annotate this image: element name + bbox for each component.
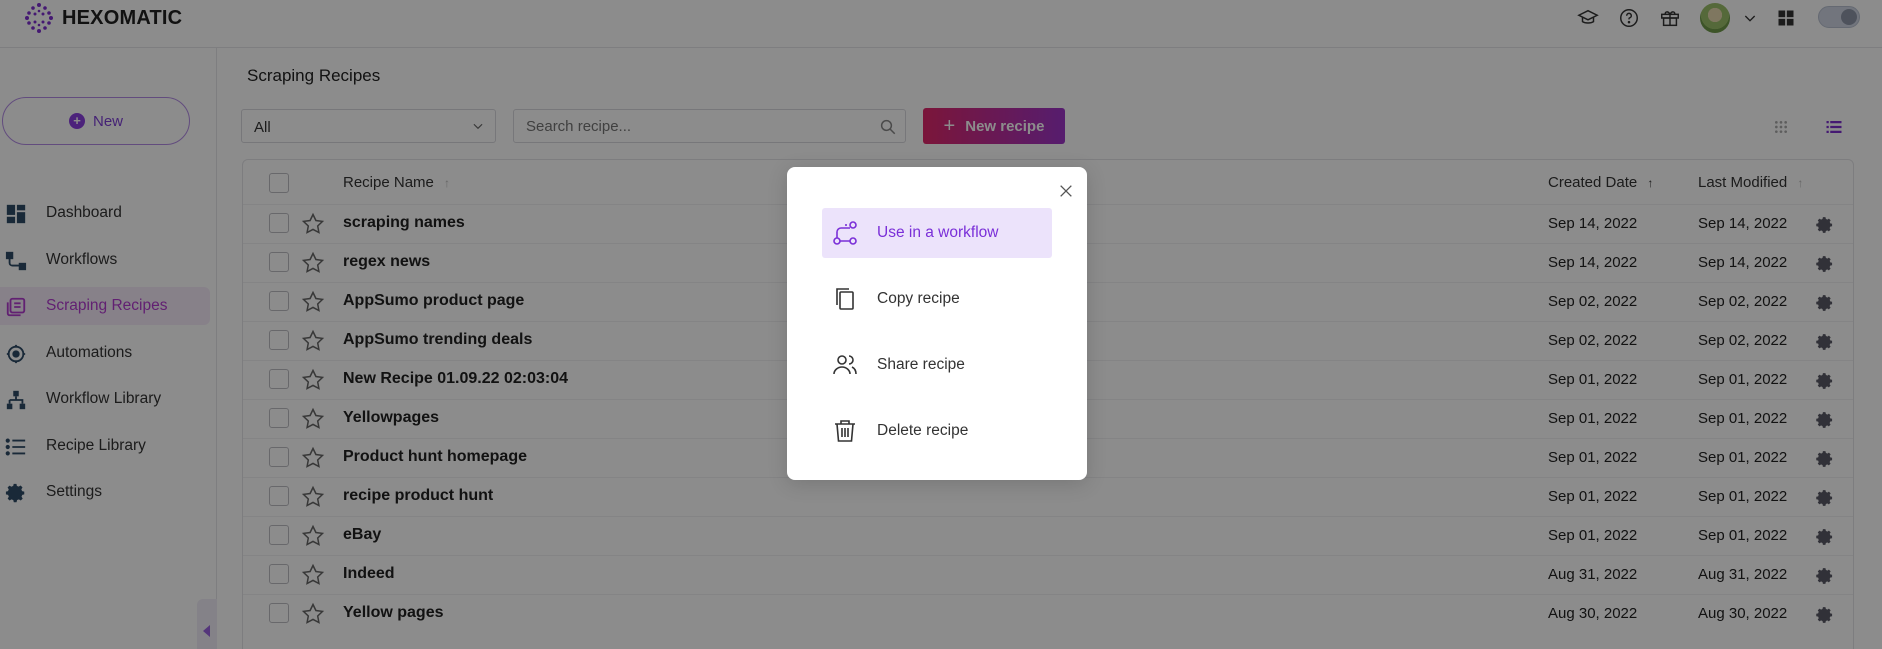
option-label: Use in a workflow <box>877 224 999 241</box>
option-label: Copy recipe <box>877 290 960 307</box>
option-label: Delete recipe <box>877 422 969 439</box>
trash-icon <box>835 420 855 442</box>
option-label: Share recipe <box>877 356 965 373</box>
recipe-actions-modal: Use in a workflow Copy recipe Share reci… <box>787 167 1087 480</box>
workflow-icon <box>833 221 857 245</box>
copy-icon <box>836 288 854 310</box>
use-in-workflow-button[interactable]: Use in a workflow <box>822 208 1052 258</box>
delete-recipe-button[interactable]: Delete recipe <box>822 406 1052 456</box>
share-users-icon <box>833 355 857 375</box>
share-recipe-button[interactable]: Share recipe <box>822 340 1052 390</box>
close-icon[interactable] <box>1058 183 1074 199</box>
copy-recipe-button[interactable]: Copy recipe <box>822 274 1052 324</box>
